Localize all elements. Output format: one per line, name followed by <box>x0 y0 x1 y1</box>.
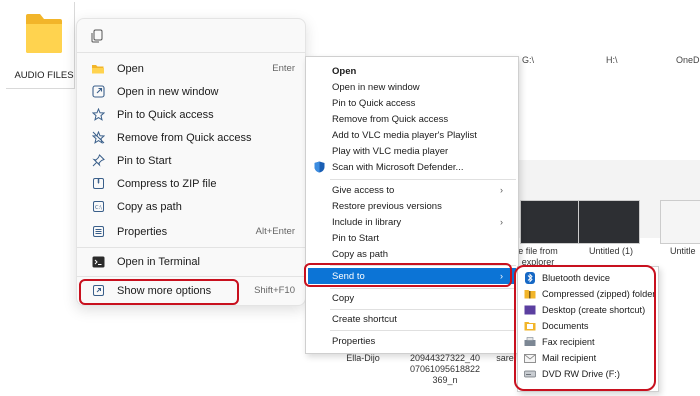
classic-item-play-vlc[interactable]: Play with VLC media player <box>308 143 516 159</box>
thumbnail-caption: Untitled (1) <box>588 246 633 256</box>
menu-item-open-new-window[interactable]: Open in new window <box>83 80 299 103</box>
menu-item-label: Open in Terminal <box>117 255 200 268</box>
classic-item-include-library[interactable]: Include in library › <box>308 214 516 230</box>
annotation-highlight-send-to-submenu <box>514 265 656 391</box>
menu-item-pin-quick-access[interactable]: Pin to Quick access <box>83 103 299 126</box>
classic-item-copy[interactable]: Copy <box>308 290 516 306</box>
zip-icon <box>90 176 106 192</box>
menu-item-open-terminal[interactable]: Open in Terminal <box>83 250 299 273</box>
chevron-right-icon: › <box>500 185 503 195</box>
file-label: Ella-Dijo <box>346 353 380 363</box>
menu-item-label: Create shortcut <box>332 313 397 325</box>
classic-context-menu: Open Open in new window Pin to Quick acc… <box>305 56 519 354</box>
menu-item-shortcut: Shift+F10 <box>254 285 295 296</box>
menu-item-label: Pin to Start <box>117 154 172 167</box>
menu-item-label: Open in new window <box>117 85 219 98</box>
properties-icon <box>90 224 106 240</box>
classic-item-add-vlc-playlist[interactable]: Add to VLC media player's Playlist <box>308 127 516 143</box>
menu-item-label: Copy as path <box>117 200 182 213</box>
menu-item-shortcut: Alt+Enter <box>255 226 295 237</box>
annotation-highlight-send-to <box>304 263 512 287</box>
classic-item-give-access[interactable]: Give access to › <box>308 182 516 198</box>
classic-item-open-new-window[interactable]: Open in new window <box>308 79 516 95</box>
menu-item-pin-to-start[interactable]: Pin to Start <box>83 149 299 172</box>
classic-item-restore-versions[interactable]: Restore previous versions <box>308 198 516 214</box>
folder-icon <box>26 14 62 53</box>
menu-item-label: Scan with Microsoft Defender... <box>332 161 464 173</box>
menu-item-label: Pin to Quick access <box>332 97 416 109</box>
folder-label: AUDIO FILES <box>14 70 74 81</box>
classic-item-open[interactable]: Open <box>308 63 516 79</box>
classic-item-remove-quick-access[interactable]: Remove from Quick access <box>308 111 516 127</box>
menu-item-label: Properties <box>332 335 376 347</box>
chevron-right-icon: › <box>500 217 503 227</box>
terminal-icon <box>90 254 106 270</box>
external-window-icon <box>90 84 106 100</box>
menu-divider <box>77 52 305 53</box>
classic-item-pin-start[interactable]: Pin to Start <box>308 230 516 246</box>
classic-item-pin-quick-access[interactable]: Pin to Quick access <box>308 95 516 111</box>
menu-item-label: Give access to <box>332 184 395 196</box>
folder-item-audio-files[interactable]: AUDIO FILES <box>6 2 75 89</box>
menu-item-label: Include in library <box>332 216 402 228</box>
menu-item-label: Compress to ZIP file <box>117 177 217 190</box>
menu-item-shortcut: Enter <box>272 63 295 74</box>
menu-item-label: Pin to Start <box>332 232 379 244</box>
menu-divider <box>330 288 516 289</box>
file-label: 20944327322_40 07061095618822 369_n <box>409 353 481 385</box>
menu-item-label: Play with VLC media player <box>332 145 449 157</box>
menu-item-label: Copy <box>332 292 355 304</box>
classic-item-scan-defender[interactable]: Scan with Microsoft Defender... <box>308 159 516 175</box>
menu-item-label: Remove from Quick access <box>332 113 449 125</box>
menu-item-label: Open <box>332 65 357 77</box>
menu-item-label: Pin to Quick access <box>117 108 214 121</box>
folder-open-icon <box>90 61 106 77</box>
classic-item-create-shortcut[interactable]: Create shortcut <box>308 311 516 327</box>
file-label: sare <box>496 353 514 363</box>
star-icon <box>90 107 106 123</box>
classic-item-properties[interactable]: Properties <box>308 333 516 349</box>
menu-item-properties[interactable]: Properties Alt+Enter <box>83 220 299 243</box>
menu-item-label: Open <box>117 62 144 75</box>
classic-item-copy-as-path[interactable]: Copy as path <box>308 246 516 262</box>
menu-item-label: Add to VLC media player's Playlist <box>332 129 477 141</box>
thumbnail-caption: Untitle <box>670 246 696 256</box>
star-slash-icon <box>90 130 106 146</box>
thumbnail-untitled-1[interactable] <box>578 200 640 244</box>
copy-icon[interactable] <box>91 29 103 43</box>
defender-shield-icon <box>314 161 325 173</box>
copy-path-icon: C:\ <box>90 199 106 215</box>
drive-label-g[interactable]: G:\ <box>522 55 534 65</box>
menu-divider <box>77 276 305 277</box>
menu-item-label: Copy as path <box>332 248 388 260</box>
menu-divider <box>330 309 516 310</box>
drive-label-h[interactable]: H:\ <box>606 55 618 65</box>
menu-item-remove-quick-access[interactable]: Remove from Quick access <box>83 126 299 149</box>
menu-item-label: Properties <box>117 225 168 238</box>
menu-item-open[interactable]: Open Enter <box>83 57 299 80</box>
menu-item-copy-as-path[interactable]: C:\ Copy as path <box>83 195 299 218</box>
menu-item-compress-zip[interactable]: Compress to ZIP file <box>83 172 299 195</box>
menu-divider <box>330 179 516 180</box>
drive-label-onedrive[interactable]: OneDi <box>676 55 700 65</box>
pin-icon <box>90 153 106 169</box>
menu-divider <box>330 330 516 331</box>
win11-context-menu: Open Enter Open in new window Pin to Qui… <box>76 18 306 306</box>
thumbnail-explorer[interactable] <box>520 200 582 244</box>
menu-divider <box>77 247 305 248</box>
annotation-highlight-show-more <box>79 279 239 305</box>
svg-text:C:\: C:\ <box>95 205 102 211</box>
menu-item-label: Open in new window <box>332 81 420 93</box>
menu-item-label: Restore previous versions <box>332 200 442 212</box>
menu-item-label: Remove from Quick access <box>117 131 252 144</box>
thumbnail-untitled[interactable] <box>660 200 700 244</box>
